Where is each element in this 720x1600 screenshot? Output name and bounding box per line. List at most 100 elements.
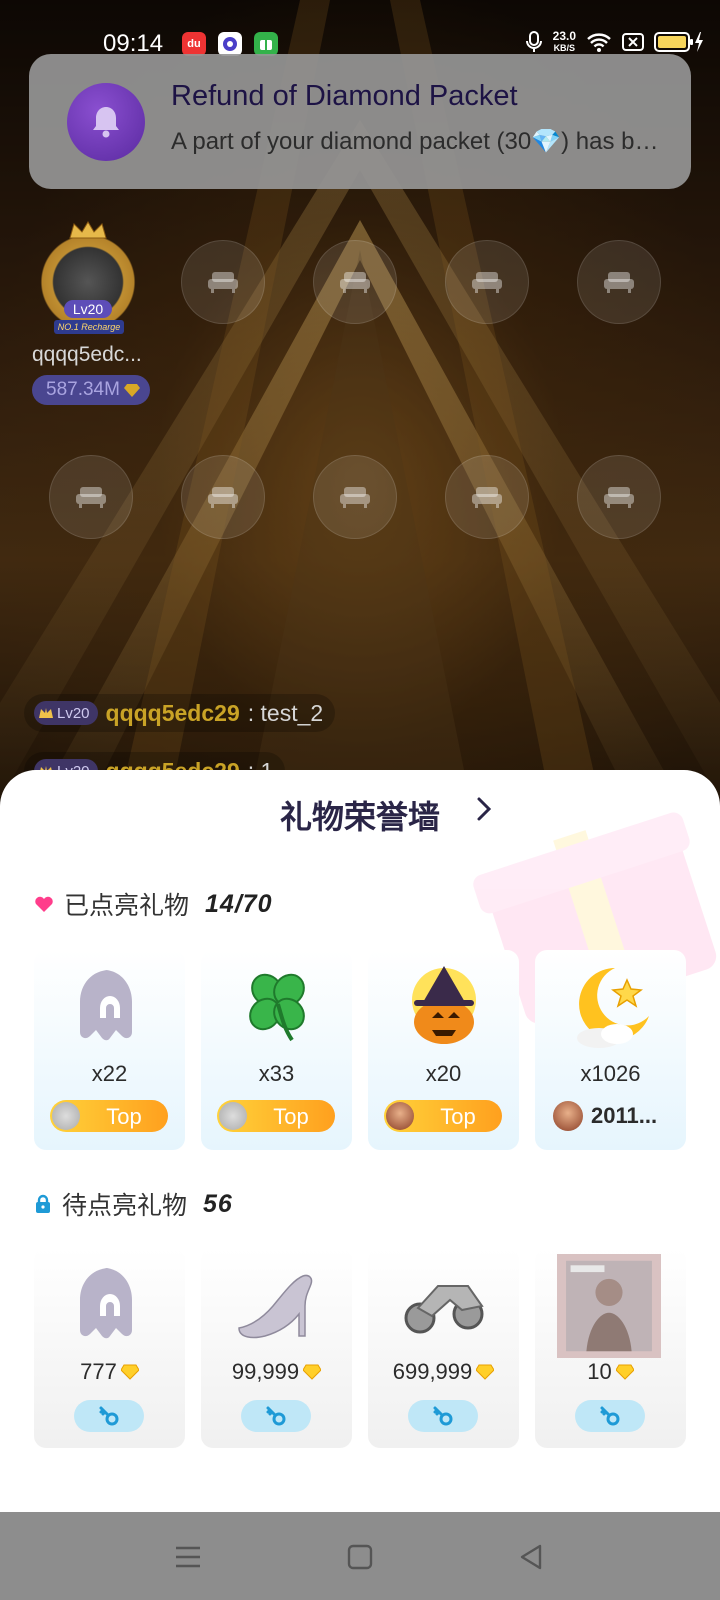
diamond-icon [123,384,140,397]
host-recharge-banner: NO.1 Recharge [54,320,124,334]
unlock-button[interactable] [408,1400,478,1432]
net-speed-value: 23.0 [552,29,576,43]
top-sender-pill[interactable]: Top [384,1100,502,1132]
chat-level-label: Lv20 [57,704,90,722]
sofa-icon [208,487,238,508]
top-sender-pill[interactable]: Top [217,1100,335,1132]
pending-gifts-header: 待点亮礼物 56 [34,1186,233,1222]
back-icon[interactable] [514,1540,548,1574]
net-speed-unit: KB/S [553,43,576,53]
unlock-button[interactable] [241,1400,311,1432]
wifi-icon [587,33,611,52]
empty-seat[interactable] [181,240,265,324]
pumpkin-icon [412,966,476,1044]
gift-price-value: 777 [80,1359,117,1384]
top-holder[interactable]: 2011... [553,1100,671,1132]
ghost-icon [80,1268,132,1339]
gift-price-value: 10 [587,1359,612,1384]
lit-gift-card[interactable]: x1026 2011... [535,950,686,1150]
system-navigation-bar [0,1512,720,1600]
moon-icon [577,968,649,1048]
gift-quantity: x22 [91,1061,128,1086]
top-label: Top [273,1104,309,1129]
sofa-icon [76,487,106,508]
pending-gifts-label: 待点亮礼物 [62,1192,188,1220]
lit-gifts-count: 14/70 [205,889,273,918]
pending-gift-card[interactable]: 99,999 [201,1248,352,1448]
refund-notification[interactable]: Refund of Diamond Packet A part of your … [29,54,691,189]
pending-gift-card[interactable]: 699,999 [368,1248,519,1448]
chat-user-name[interactable]: qqqq5edc29 [106,700,240,727]
empty-seat[interactable] [577,455,661,539]
unlock-button[interactable] [575,1400,645,1432]
sofa-icon [604,487,634,508]
net-speed: 23.0 KB/S [553,30,576,54]
empty-seat[interactable] [577,240,661,324]
sender-avatar [386,1102,414,1130]
holder-name: 2011... [591,1103,658,1128]
diamond-icon [615,1364,634,1380]
ghost-icon [80,970,132,1041]
host-seat[interactable]: Lv20 NO.1 Recharge [34,221,142,340]
diamond-icon [476,1364,495,1380]
key-icon [600,1406,620,1426]
lit-gift-card[interactable]: x22 Top [34,950,185,1150]
chat-text: : test_2 [247,699,324,726]
gift-price-value: 99,999 [231,1359,300,1384]
host-coins: 587.34M [32,375,150,405]
gift-price: 99,999 [201,1359,352,1385]
lit-gifts-header: 已点亮礼物 14/70 [34,886,273,922]
menu-icon[interactable] [171,1540,205,1574]
key-icon [266,1406,286,1426]
lit-gift-card[interactable]: x33 Top [201,950,352,1150]
gift-quantity: x20 [425,1061,462,1086]
unlock-button[interactable] [74,1400,144,1432]
home-icon[interactable] [343,1540,377,1574]
host-level-badge: Lv20 [64,300,112,318]
motorcycle-icon [404,1285,484,1334]
sender-avatar [52,1102,80,1130]
crown-icon [39,708,53,718]
empty-seat[interactable] [313,455,397,539]
gift-quantity: x1026 [580,1061,641,1086]
sofa-icon [604,272,634,293]
status-right-icons: 23.0 KB/S [525,30,706,54]
gift-price-value: 699,999 [392,1359,473,1384]
sofa-icon [472,272,502,293]
sofa-icon [340,272,370,293]
empty-seat[interactable] [445,455,529,539]
chat-level-badge: Lv20 [34,701,98,725]
top-sender-pill[interactable]: Top [50,1100,168,1132]
notification-body: A part of your diamond packet (30💎) has … [171,128,671,155]
panel-title[interactable]: 礼物荣誉墙 [0,792,720,838]
empty-seat[interactable] [445,240,529,324]
chevron-right-icon[interactable] [474,794,494,824]
pending-gift-card[interactable]: 10 [535,1248,686,1448]
sofa-icon [208,272,238,293]
high-heel-icon [238,1274,313,1339]
baidu-app-icon: du [182,32,206,56]
diamond-icon [120,1364,139,1380]
top-label: Top [440,1104,476,1129]
diamond-icon [303,1364,322,1380]
gift-price: 699,999 [368,1359,519,1385]
sofa-icon [472,487,502,508]
notification-title: Refund of Diamond Packet [171,80,518,112]
empty-seat[interactable] [313,240,397,324]
status-app-icons: du [182,32,278,56]
sender-avatar [219,1102,247,1130]
mic-icon [525,31,542,52]
key-icon [99,1406,119,1426]
top-label: Top [106,1104,142,1129]
empty-seat[interactable] [181,455,265,539]
chat-message: Lv20 qqqq5edc29 : test_2 [24,694,336,732]
lit-gift-card[interactable]: x20 Top [368,950,519,1150]
clover-icon [249,973,305,1042]
holder-avatar [553,1101,583,1131]
key-icon [433,1406,453,1426]
no-sim-icon [622,33,644,51]
empty-seat[interactable] [49,455,133,539]
host-coins-value: 587.34M [46,379,120,400]
pending-gift-card[interactable]: 777 [34,1248,185,1448]
poster-icon [557,1254,661,1358]
